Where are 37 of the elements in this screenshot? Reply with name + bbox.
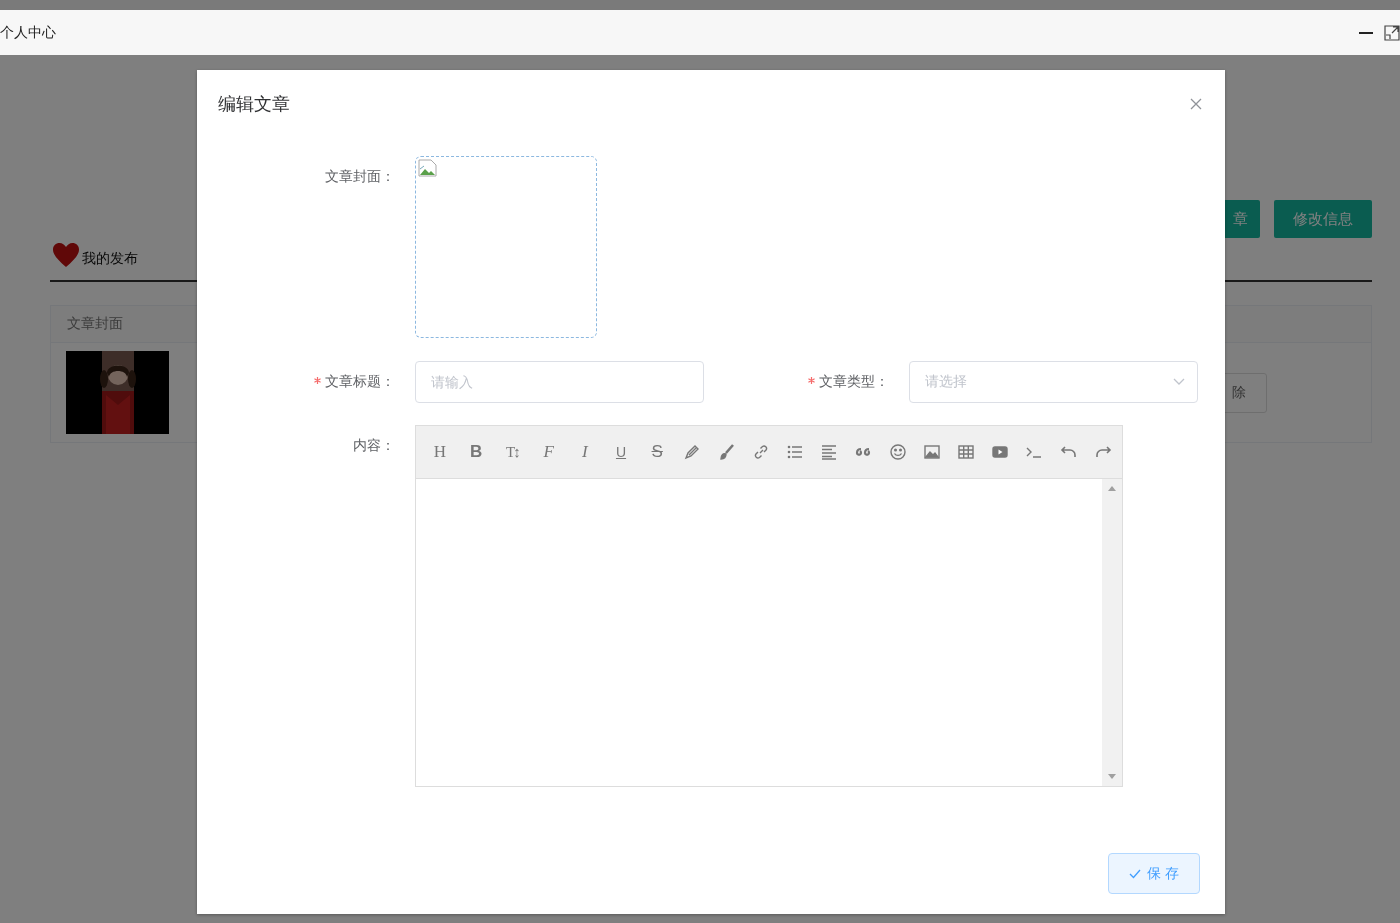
scroll-up-icon[interactable]	[1108, 485, 1116, 491]
close-icon[interactable]	[1190, 98, 1202, 110]
italic-tool[interactable]: I	[574, 442, 595, 462]
required-mark-icon	[808, 376, 815, 384]
scrollbar[interactable]	[1102, 479, 1122, 786]
column-header: 文章封面	[67, 315, 123, 333]
check-icon	[1129, 868, 1142, 879]
field-label: 文章标题：	[325, 373, 395, 389]
section-title: 我的发布	[82, 250, 138, 268]
heading-tool[interactable]: H	[430, 442, 450, 462]
font-tool[interactable]: F	[538, 442, 559, 462]
chevron-down-icon	[1173, 378, 1185, 386]
dialog-title: 编辑文章	[218, 93, 290, 116]
action-button[interactable]: 修改信息	[1274, 200, 1372, 238]
bold-tool[interactable]: B	[466, 442, 487, 462]
scroll-down-icon[interactable]	[1108, 774, 1116, 780]
align-icon[interactable]	[820, 443, 839, 461]
size-tool[interactable]: T↕	[502, 443, 523, 461]
broken-image-icon	[418, 159, 438, 177]
list-icon[interactable]	[786, 443, 805, 461]
video-icon[interactable]	[991, 443, 1010, 461]
title-input[interactable]: 请输入	[415, 361, 704, 403]
underline-tool[interactable]: U	[611, 444, 631, 460]
rich-text-editor[interactable]: H B T↕ F I U S	[415, 425, 1123, 787]
emoji-icon[interactable]	[888, 443, 907, 461]
field-label: 内容：	[353, 437, 395, 453]
required-mark-icon	[314, 376, 321, 384]
page-title: 个人中心	[0, 23, 56, 42]
save-button[interactable]: 保 存	[1108, 853, 1200, 894]
field-label: 文章封面：	[325, 168, 395, 184]
table-icon[interactable]	[957, 443, 976, 461]
image-icon[interactable]	[922, 443, 941, 461]
field-label: 文章类型：	[819, 373, 889, 389]
brush-icon[interactable]	[717, 443, 736, 461]
strike-tool[interactable]: S	[647, 442, 668, 462]
maximize-icon[interactable]	[1384, 24, 1400, 41]
heart-icon	[52, 242, 80, 268]
